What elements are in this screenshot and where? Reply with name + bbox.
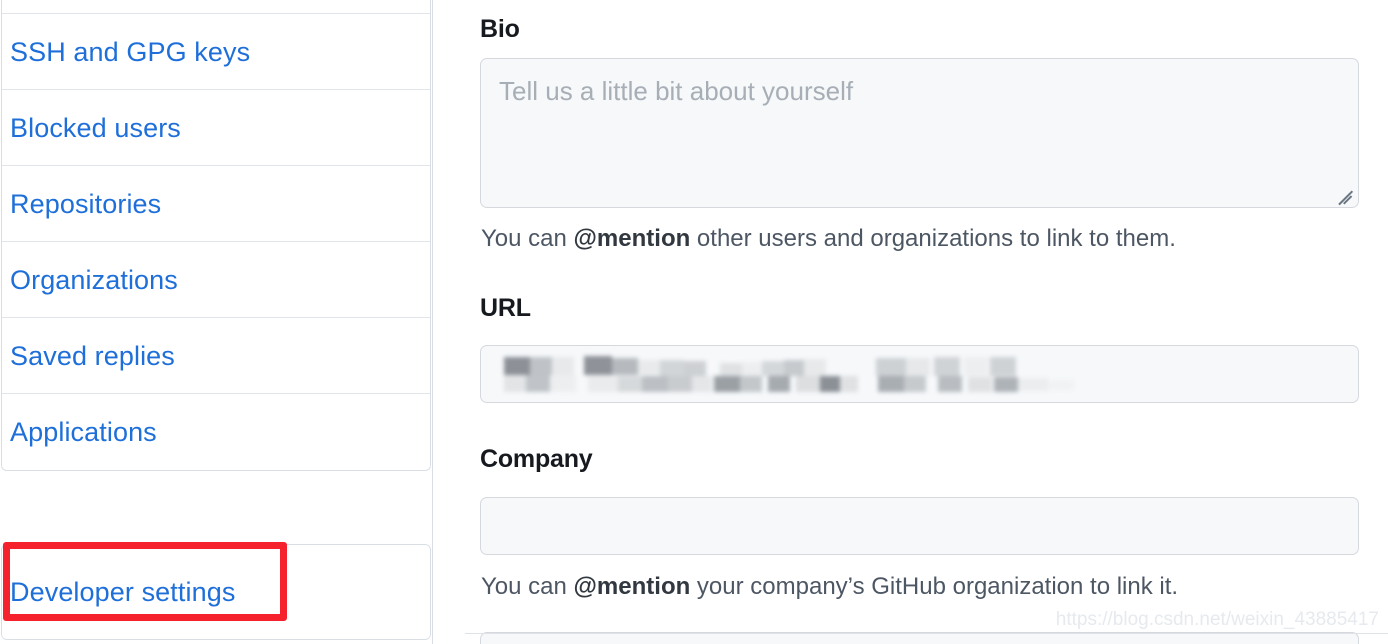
resize-handle-icon[interactable]: [1335, 184, 1355, 205]
sidebar-item-organizations[interactable]: Organizations: [2, 242, 430, 318]
sidebar-item-blocked-users[interactable]: Blocked users: [2, 90, 430, 166]
company-field-block: Company: [480, 444, 1359, 474]
company-label: Company: [480, 445, 593, 473]
company-help-mention: @mention: [573, 573, 691, 600]
sidebar-item-ssh-and-gpg-keys[interactable]: SSH and GPG keys: [2, 14, 430, 90]
sidebar-item-label: Organizations: [10, 264, 178, 295]
bio-placeholder: Tell us a little bit about yourself: [499, 76, 854, 106]
sidebar-item-billing[interactable]: Billing: [2, 0, 430, 14]
url-input[interactable]: [480, 345, 1359, 403]
url-label: URL: [480, 294, 531, 322]
sidebar-nav-group-main: Billing SSH and GPG keys Blocked users R…: [1, 0, 431, 471]
company-input[interactable]: [480, 497, 1359, 555]
company-help-prefix: You can: [481, 573, 574, 600]
bio-field-block: Bio: [480, 14, 1359, 44]
bio-help-suffix: other users and organizations to link to…: [690, 225, 1176, 252]
sidebar-item-developer-settings[interactable]: Developer settings: [2, 545, 430, 639]
sidebar-item-label: Saved replies: [10, 340, 175, 371]
bio-help-text: You can @mention other users and organiz…: [481, 224, 1176, 254]
bio-textarea[interactable]: Tell us a little bit about yourself: [480, 58, 1359, 208]
sidebar-item-label: Applications: [10, 417, 157, 447]
watermark-text: https://blog.csdn.net/weixin_43885417: [1055, 609, 1379, 630]
profile-form: Bio Tell us a little bit about yourself …: [433, 0, 1388, 644]
sidebar-item-label: Developer settings: [10, 577, 236, 607]
settings-sidebar: Billing SSH and GPG keys Blocked users R…: [0, 0, 433, 644]
sidebar-item-applications[interactable]: Applications: [2, 394, 430, 470]
company-help-text: You can @mention your company’s GitHub o…: [481, 572, 1178, 602]
url-field-block: URL: [480, 293, 1359, 323]
settings-profile-page: Billing SSH and GPG keys Blocked users R…: [0, 0, 1388, 644]
company-help-suffix: your company’s GitHub organization to li…: [690, 573, 1179, 600]
bio-help-prefix: You can: [481, 225, 574, 252]
bio-help-mention: @mention: [573, 225, 691, 252]
sidebar-item-repositories[interactable]: Repositories: [2, 166, 430, 242]
footer-divider: [465, 633, 1388, 634]
sidebar-item-label: Blocked users: [10, 112, 181, 143]
sidebar-item-label: Repositories: [10, 188, 162, 219]
sidebar-item-saved-replies[interactable]: Saved replies: [2, 318, 430, 394]
sidebar-nav-group-developer: Developer settings: [1, 544, 431, 640]
bio-label: Bio: [480, 15, 520, 43]
url-redacted-value: [498, 355, 1098, 392]
sidebar-item-label: SSH and GPG keys: [10, 36, 251, 67]
